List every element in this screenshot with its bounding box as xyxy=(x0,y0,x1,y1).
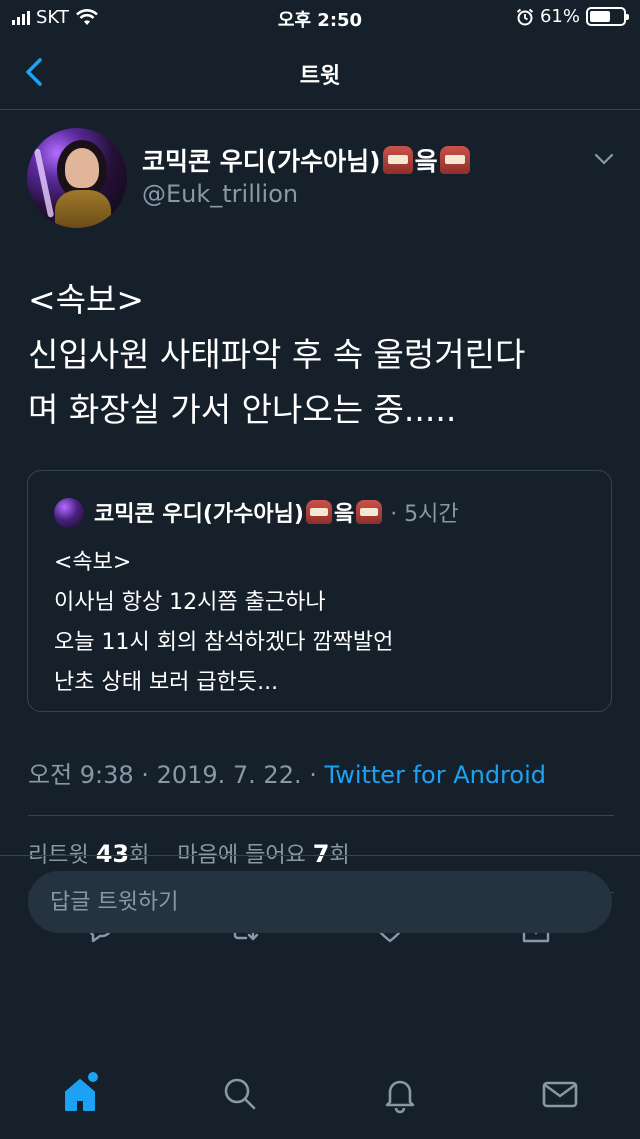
quoted-display-name: 코믹콘 우디(가수아님) xyxy=(94,502,304,527)
chevron-down-icon[interactable] xyxy=(594,152,614,166)
tweet-meta: 오전 9:38 · 2019. 7. 22. · Twitter for And… xyxy=(28,755,546,790)
slot-machine-icon xyxy=(356,500,383,524)
client-link[interactable]: Twitter for Android xyxy=(325,761,546,789)
status-bar: SKT 오후 2:50 61% xyxy=(0,0,640,36)
status-right: 61% xyxy=(516,6,629,27)
quoted-text-line: 난초 상태 보러 급한듯... xyxy=(54,670,279,695)
page-title: 트윗 xyxy=(299,64,341,89)
quoted-avatar xyxy=(54,498,84,528)
quoted-text-line: <속보> xyxy=(54,550,132,575)
alarm-icon xyxy=(516,8,534,25)
display-name-text: 코믹콘 우디(가수아님) xyxy=(142,147,381,176)
nav-bar: 트윗 xyxy=(0,36,640,110)
mail-icon[interactable] xyxy=(540,1074,580,1114)
bell-icon[interactable] xyxy=(380,1074,420,1114)
avatar[interactable] xyxy=(27,128,127,228)
search-icon[interactable] xyxy=(220,1074,260,1114)
quoted-display-name-suffix: 읔 xyxy=(333,502,355,527)
reply-input[interactable] xyxy=(28,871,612,933)
display-name[interactable]: 코믹콘 우디(가수아님) 읔 xyxy=(142,142,472,178)
reply-bar xyxy=(0,855,640,965)
battery-icon xyxy=(586,7,629,26)
timestamp: 오전 9:38 · 2019. 7. 22. · xyxy=(28,761,325,789)
quoted-text-line: 이사님 항상 12시쯤 출근하나 xyxy=(54,590,326,615)
divider xyxy=(28,815,614,816)
slot-machine-icon xyxy=(382,146,413,174)
notification-dot xyxy=(88,1072,98,1082)
quoted-text-line: 오늘 11시 회의 참석하겠다 깜짝발언 xyxy=(54,630,394,655)
battery-percent: 61% xyxy=(539,6,580,27)
tab-bar xyxy=(0,1050,640,1139)
tweet-text-line: 신입사원 사태파악 후 속 울렁거린다 xyxy=(28,335,526,374)
quoted-time: · 5시간 xyxy=(390,502,459,527)
tweet-text-line: 며 화장실 가서 안나오는 중..... xyxy=(28,390,457,429)
slot-machine-icon xyxy=(439,146,470,174)
quoted-header: 코믹콘 우디(가수아님) 읔 · 5시간 xyxy=(94,496,459,528)
slot-machine-icon xyxy=(305,500,332,524)
tweet-text: <속보> 신입사원 사태파악 후 속 울렁거린다 며 화장실 가서 안나오는 중… xyxy=(28,272,618,437)
quoted-tweet[interactable]: 코믹콘 우디(가수아님) 읔 · 5시간 <속보> 이사님 항상 12시쯤 출근… xyxy=(27,470,612,712)
quoted-text: <속보> 이사님 항상 12시쯤 출근하나 오늘 11시 회의 참석하겠다 깜짝… xyxy=(54,543,393,703)
user-handle[interactable]: @Euk_trillion xyxy=(142,180,298,208)
tweet-text-line: <속보> xyxy=(28,280,145,319)
display-name-suffix: 읔 xyxy=(414,147,438,176)
